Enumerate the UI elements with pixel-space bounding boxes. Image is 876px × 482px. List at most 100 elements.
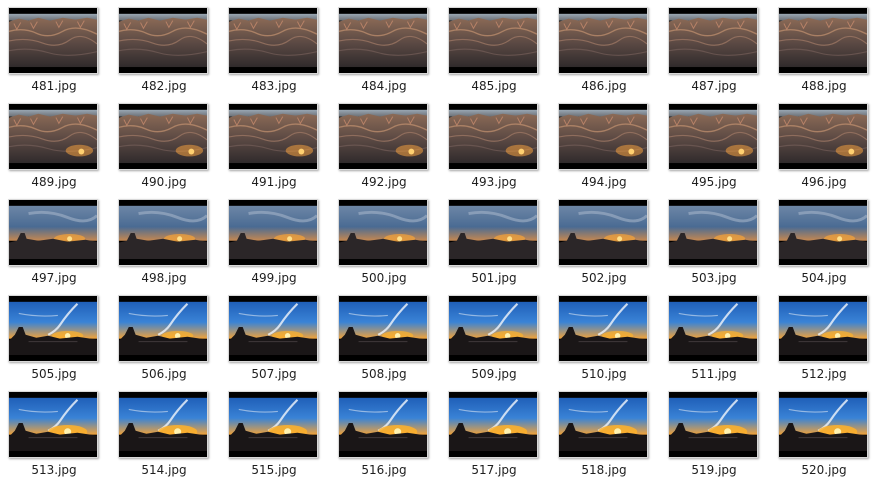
file-name-label[interactable]: 481.jpg [2, 79, 106, 94]
file-item[interactable]: 497.jpg [2, 192, 102, 286]
file-item[interactable]: 508.jpg [332, 288, 432, 382]
file-name-label[interactable]: 504.jpg [772, 271, 876, 286]
file-item[interactable]: 514.jpg [112, 384, 212, 478]
file-thumbnail[interactable] [668, 199, 758, 266]
file-thumbnail[interactable] [668, 391, 758, 458]
file-item[interactable]: 486.jpg [552, 0, 652, 94]
file-thumbnail[interactable] [448, 295, 538, 362]
file-thumbnail[interactable] [118, 199, 208, 266]
file-name-label[interactable]: 503.jpg [662, 271, 766, 286]
file-name-label[interactable]: 516.jpg [332, 463, 436, 478]
file-name-label[interactable]: 485.jpg [442, 79, 546, 94]
file-thumbnail[interactable] [558, 103, 648, 170]
file-thumbnail[interactable] [338, 199, 428, 266]
file-name-label[interactable]: 508.jpg [332, 367, 436, 382]
file-thumbnail[interactable] [118, 103, 208, 170]
file-name-label[interactable]: 494.jpg [552, 175, 656, 190]
file-name-label[interactable]: 513.jpg [2, 463, 106, 478]
file-item[interactable]: 513.jpg [2, 384, 102, 478]
file-item[interactable]: 490.jpg [112, 96, 212, 190]
file-thumbnail[interactable] [668, 295, 758, 362]
file-item[interactable]: 499.jpg [222, 192, 322, 286]
file-thumbnail[interactable] [778, 7, 868, 74]
file-name-label[interactable]: 499.jpg [222, 271, 326, 286]
file-item[interactable]: 501.jpg [442, 192, 542, 286]
file-thumbnail[interactable] [668, 103, 758, 170]
file-name-label[interactable]: 515.jpg [222, 463, 326, 478]
file-item[interactable]: 485.jpg [442, 0, 542, 94]
file-name-label[interactable]: 495.jpg [662, 175, 766, 190]
file-thumbnail[interactable] [8, 103, 98, 170]
file-thumbnail[interactable] [778, 295, 868, 362]
file-name-label[interactable]: 482.jpg [112, 79, 216, 94]
file-item[interactable]: 496.jpg [772, 96, 872, 190]
file-item[interactable]: 500.jpg [332, 192, 432, 286]
file-thumbnail[interactable] [668, 7, 758, 74]
file-item[interactable]: 498.jpg [112, 192, 212, 286]
file-thumbnail[interactable] [448, 7, 538, 74]
file-thumbnail[interactable] [228, 7, 318, 74]
file-name-label[interactable]: 506.jpg [112, 367, 216, 382]
file-name-label[interactable]: 483.jpg [222, 79, 326, 94]
file-thumbnail[interactable] [228, 391, 318, 458]
file-item[interactable]: 517.jpg [442, 384, 542, 478]
file-item[interactable]: 519.jpg [662, 384, 762, 478]
file-item[interactable]: 487.jpg [662, 0, 762, 94]
file-name-label[interactable]: 501.jpg [442, 271, 546, 286]
file-thumbnail[interactable] [558, 295, 648, 362]
file-name-label[interactable]: 520.jpg [772, 463, 876, 478]
file-name-label[interactable]: 500.jpg [332, 271, 436, 286]
file-item[interactable]: 483.jpg [222, 0, 322, 94]
file-name-label[interactable]: 507.jpg [222, 367, 326, 382]
file-name-label[interactable]: 486.jpg [552, 79, 656, 94]
file-thumbnail[interactable] [778, 199, 868, 266]
file-thumbnail[interactable] [8, 7, 98, 74]
file-thumbnail[interactable] [778, 391, 868, 458]
file-thumbnail[interactable] [8, 391, 98, 458]
file-item[interactable]: 506.jpg [112, 288, 212, 382]
file-thumbnail[interactable] [228, 295, 318, 362]
file-item[interactable]: 509.jpg [442, 288, 542, 382]
file-name-label[interactable]: 492.jpg [332, 175, 436, 190]
file-item[interactable]: 515.jpg [222, 384, 322, 478]
file-thumbnail[interactable] [338, 7, 428, 74]
file-item[interactable]: 495.jpg [662, 96, 762, 190]
file-item[interactable]: 518.jpg [552, 384, 652, 478]
file-name-label[interactable]: 517.jpg [442, 463, 546, 478]
file-thumbnail[interactable] [558, 199, 648, 266]
file-item[interactable]: 489.jpg [2, 96, 102, 190]
file-name-label[interactable]: 484.jpg [332, 79, 436, 94]
file-item[interactable]: 516.jpg [332, 384, 432, 478]
file-thumbnail[interactable] [338, 103, 428, 170]
file-thumbnail[interactable] [338, 391, 428, 458]
file-item[interactable]: 481.jpg [2, 0, 102, 94]
file-thumbnail[interactable] [558, 7, 648, 74]
file-name-label[interactable]: 489.jpg [2, 175, 106, 190]
file-thumbnail[interactable] [118, 295, 208, 362]
file-name-label[interactable]: 509.jpg [442, 367, 546, 382]
file-thumbnail[interactable] [778, 103, 868, 170]
file-item[interactable]: 491.jpg [222, 96, 322, 190]
file-item[interactable]: 488.jpg [772, 0, 872, 94]
file-name-label[interactable]: 491.jpg [222, 175, 326, 190]
file-name-label[interactable]: 488.jpg [772, 79, 876, 94]
file-name-label[interactable]: 519.jpg [662, 463, 766, 478]
file-thumbnail[interactable] [558, 391, 648, 458]
file-name-label[interactable]: 510.jpg [552, 367, 656, 382]
file-thumbnail[interactable] [8, 295, 98, 362]
file-name-label[interactable]: 518.jpg [552, 463, 656, 478]
file-item[interactable]: 484.jpg [332, 0, 432, 94]
file-thumbnail[interactable] [118, 391, 208, 458]
file-item[interactable]: 504.jpg [772, 192, 872, 286]
file-item[interactable]: 503.jpg [662, 192, 762, 286]
file-name-label[interactable]: 490.jpg [112, 175, 216, 190]
file-name-label[interactable]: 497.jpg [2, 271, 106, 286]
file-item[interactable]: 492.jpg [332, 96, 432, 190]
file-name-label[interactable]: 512.jpg [772, 367, 876, 382]
file-thumbnail[interactable] [228, 199, 318, 266]
file-name-label[interactable]: 514.jpg [112, 463, 216, 478]
file-name-label[interactable]: 496.jpg [772, 175, 876, 190]
file-thumbnail[interactable] [448, 199, 538, 266]
file-item[interactable]: 493.jpg [442, 96, 542, 190]
file-name-label[interactable]: 498.jpg [112, 271, 216, 286]
